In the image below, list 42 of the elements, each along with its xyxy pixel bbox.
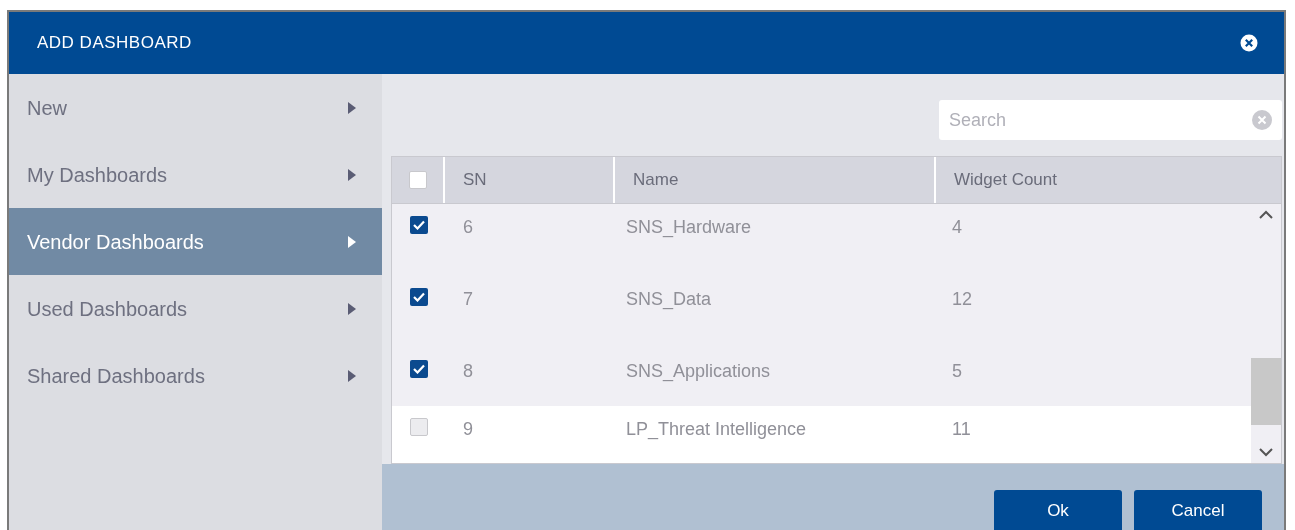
sidebar-item[interactable]: New [9, 74, 382, 141]
checkbox[interactable] [409, 418, 428, 436]
checkbox[interactable] [409, 288, 428, 306]
table-cell: 9 [463, 419, 473, 439]
caret-icon [348, 302, 356, 315]
table-cell: 4 [952, 217, 962, 237]
sidebar-item[interactable]: Used Dashboards [9, 275, 382, 342]
table-cell: 11 [952, 419, 971, 439]
column-header: SN [463, 169, 487, 192]
table-row[interactable]: 7 SNS_Data 12 [392, 276, 1251, 348]
sidebar-item[interactable]: My Dashboards [9, 141, 382, 208]
ok-button[interactable]: Ok [994, 490, 1122, 530]
column-header: Widget Count [954, 169, 1057, 192]
dialog-title: ADD DASHBOARD [37, 32, 192, 55]
caret-icon [348, 101, 356, 114]
sidebar-item[interactable]: Vendor Dashboards [9, 208, 382, 275]
table-cell: SNS_Data [626, 289, 712, 309]
cancel-button[interactable]: Cancel [1134, 490, 1262, 530]
scroll-down-icon[interactable] [1259, 448, 1273, 457]
table-cell: 5 [952, 361, 962, 381]
close-icon[interactable] [1240, 34, 1258, 52]
caret-icon [348, 168, 356, 181]
search-field[interactable]: Search [939, 100, 1282, 140]
table-cell: SNS_Hardware [626, 217, 752, 237]
table-cell: 7 [463, 289, 473, 309]
checkbox[interactable] [409, 216, 428, 234]
caret-icon [348, 235, 356, 248]
scroll-up-icon[interactable] [1259, 210, 1273, 219]
checkbox[interactable] [408, 171, 427, 189]
table-row[interactable]: 8 SNS_Applications 5 [392, 348, 1251, 406]
table-cell: LP_Threat Intelligence [626, 419, 807, 439]
table-cell: 8 [463, 361, 473, 381]
scrollbar-thumb[interactable] [1251, 358, 1281, 425]
table-cell: SNS_Applications [626, 361, 771, 381]
column-header: Name [633, 169, 679, 192]
sidebar-item[interactable]: Shared Dashboards [9, 342, 382, 409]
table-cell: 12 [952, 289, 973, 309]
table-cell: 6 [463, 217, 473, 237]
scrollbar[interactable] [1251, 204, 1281, 463]
table-row[interactable]: 6 SNS_Hardware 4 [392, 204, 1251, 276]
checkbox[interactable] [409, 360, 428, 378]
caret-icon [348, 369, 356, 382]
